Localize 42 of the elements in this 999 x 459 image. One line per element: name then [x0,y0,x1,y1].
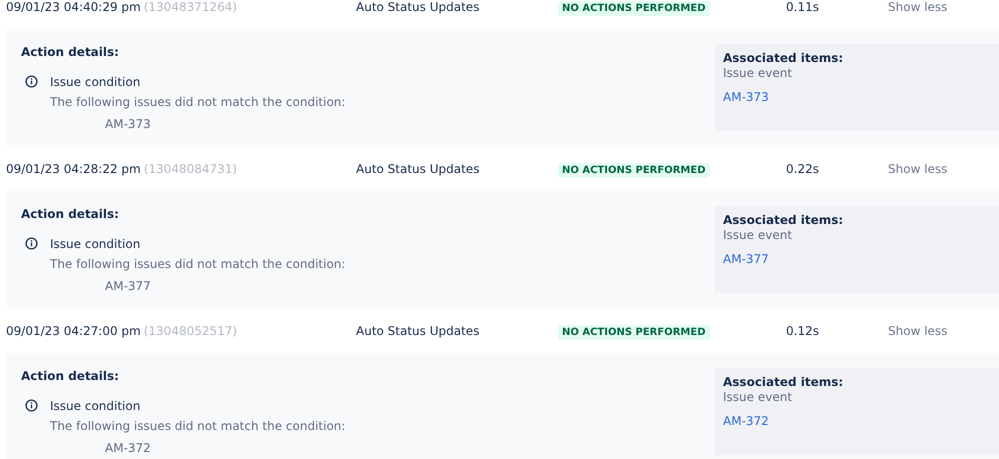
execution-id: (13048084731) [144,162,238,176]
info-icon [25,237,38,250]
event-type: Issue event [723,228,794,243]
issue-link[interactable]: AM-377 [723,251,991,267]
issue-link[interactable]: AM-373 [723,89,991,105]
event-type: Issue event [723,390,794,405]
info-icon [25,399,38,412]
issue-key: AM-377 [105,278,346,294]
condition-message: The following issues did not match the condition: [50,256,346,272]
condition-name: Issue condition [50,236,142,252]
rule-name: Auto Status Updates [356,0,480,14]
issue-key: AM-373 [105,116,346,132]
rule-name: Auto Status Updates [356,162,480,176]
timestamp: 09/01/23 04:40:29 pm [6,0,141,14]
timestamp: 09/01/23 04:28:22 pm [6,162,141,176]
issue-link[interactable]: AM-372 [723,413,991,429]
duration: 0.11s [785,0,820,14]
duration: 0.22s [785,162,820,176]
status-lozenge: NO ACTIONS PERFORMED [558,163,710,178]
issue-key: AM-372 [105,440,346,456]
action-details-heading: Action details: [21,206,120,222]
show-less-link[interactable]: Show less [888,162,948,176]
associated-items-heading: Associated items: [723,375,844,390]
associated-items-heading: Associated items: [723,51,844,66]
event-type: Issue event [723,66,794,81]
duration: 0.12s [785,324,820,338]
timestamp: 09/01/23 04:27:00 pm [6,324,141,338]
associated-items-heading: Associated items: [723,213,844,228]
info-icon [25,75,38,88]
condition-message: The following issues did not match the condition: [50,418,346,434]
execution-id: (13048371264) [144,0,238,14]
condition-name: Issue condition [50,398,142,414]
execution-id: (13048052517) [144,324,238,338]
status-lozenge: NO ACTIONS PERFORMED [558,325,710,340]
rule-name: Auto Status Updates [356,324,480,338]
condition-name: Issue condition [50,74,142,90]
status-lozenge: NO ACTIONS PERFORMED [558,1,710,16]
action-details-heading: Action details: [21,368,120,384]
action-details-heading: Action details: [21,44,120,60]
show-less-link[interactable]: Show less [888,324,948,338]
condition-message: The following issues did not match the condition: [50,94,346,110]
show-less-link[interactable]: Show less [888,0,948,14]
